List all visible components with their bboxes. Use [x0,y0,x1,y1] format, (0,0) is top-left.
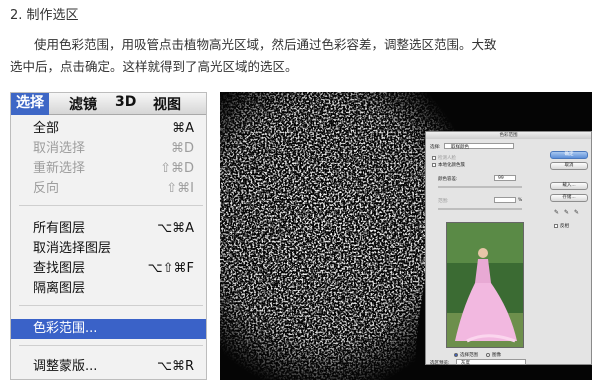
load-button[interactable]: 载入... [550,182,588,190]
menu-item-find-layers[interactable]: 查找图层 ⌥⇧⌘F [11,259,206,279]
menubar-item-filter[interactable]: 滤镜 [69,94,97,114]
menu-item-label: 反向 [33,181,60,196]
instruction-paragraph: 使用色彩范围，用吸管点击植物高光区域，然后通过色彩容差，调整选区范围。大致 选中… [10,34,592,78]
detect-faces-checkbox[interactable] [432,156,436,160]
menu-item-shortcut: ⌥⌘A [157,221,194,236]
select-dropdown-menu: 全部 ⌘A 取消选择 ⌘D 重新选择 ⇧⌘D 反向 ⇧⌘I 所有图层 ⌥⌘A 取… [11,115,206,379]
select-value: 取样颜色 [451,145,469,150]
menu-item-label: 取消选择 [33,141,86,156]
menu-item-label: 查找图层 [33,261,86,276]
localized-clusters-label: 本地化颜色簇 [438,163,465,168]
selection-radio-label: 选择范围 [460,353,478,358]
menubar: 选择 滤镜 3D 视图 [11,93,206,115]
menu-item-label: 调整蒙版... [33,359,98,374]
menu-separator [19,205,203,206]
menubar-item-3d[interactable]: 3D [115,94,136,110]
fuzziness-slider[interactable] [438,186,522,188]
preview-mode-value: 灰度 [461,361,470,366]
menu-item-inverse[interactable]: 反向 ⇧⌘I [11,179,206,199]
menu-item-shortcut: ⇧⌘D [160,161,194,176]
menu-item-label: 隔离图层 [33,281,86,296]
paragraph-line-1: 使用色彩范围，用吸管点击植物高光区域，然后通过色彩容差，调整选区范围。大致 [34,37,497,52]
menu-item-isolate-layers[interactable]: 隔离图层 [11,279,206,299]
range-label: 范围: [438,199,449,204]
range-unit: % [518,198,523,203]
color-range-dialog: 色彩范围 选择: 取样颜色 检测人脸 本地化颜色簇 颜色容差: 99 范围: %… [425,131,592,366]
section-heading: 2. 制作选区 [10,8,79,23]
select-label: 选择: [430,145,441,150]
menu-item-label: 所有图层 [33,221,86,236]
menu-item-shortcut: ⌥⌘R [156,359,194,374]
selection-radio[interactable] [454,353,458,357]
menu-item-shortcut: ⌘A [172,121,194,136]
image-radio-label: 图像 [492,353,501,358]
menubar-item-select[interactable]: 选择 [11,93,49,115]
menubar-item-view[interactable]: 视图 [153,94,181,114]
fuzziness-input[interactable]: 99 [494,175,516,181]
menu-item-shortcut: ⌘D [170,141,194,156]
menu-item-shortcut: ⇧⌘I [166,181,194,196]
menu-item-label: 全部 [33,121,60,136]
ok-button[interactable]: 确定 [550,151,588,159]
detect-faces-label: 检测人脸 [438,156,456,161]
range-input[interactable] [494,197,516,203]
preview-mode-dropdown[interactable]: 灰度 [456,359,526,366]
menu-item-all[interactable]: 全部 ⌘A [11,119,206,139]
fuzziness-label: 颜色容差: [438,177,458,182]
dialog-title: 色彩范围 [426,132,591,139]
invert-checkbox[interactable] [554,224,558,228]
menu-item-label: 取消选择图层 [33,241,112,256]
image-radio[interactable] [486,353,490,357]
menu-item-deselect[interactable]: 取消选择 ⌘D [11,139,206,159]
save-button[interactable]: 存储... [550,194,588,202]
bride-preview-photo [447,223,523,347]
menu-item-shortcut: ⌥⇧⌘F [147,261,194,276]
invert-label: 反相 [560,224,569,229]
menu-item-label: 色彩范围... [33,321,98,336]
dialog-preview-image [446,222,524,348]
menu-separator [19,305,203,306]
eyedropper-plus-icon[interactable]: ✎ [564,210,570,216]
menu-separator [19,345,203,346]
eyedropper-icon[interactable]: ✎ [554,210,560,216]
menu-item-label: 重新选择 [33,161,86,176]
localized-clusters-checkbox[interactable] [432,163,436,167]
eyedropper-minus-icon[interactable]: ✎ [574,210,580,216]
menu-item-refine-mask[interactable]: 调整蒙版... ⌥⌘R [11,357,206,377]
paragraph-line-2: 选中后，点击确定。这样就得到了高光区域的选区。 [10,59,298,74]
cancel-button[interactable]: 取消 [550,162,588,170]
select-dropdown[interactable]: 取样颜色 [444,143,514,150]
menu-item-all-layers[interactable]: 所有图层 ⌥⌘A [11,219,206,239]
menu-item-color-range[interactable]: 色彩范围... [11,319,206,339]
preview-mode-label: 选区预览: [430,361,450,366]
range-slider[interactable] [438,208,522,210]
select-menu-screenshot: 选择 滤镜 3D 视图 全部 ⌘A 取消选择 ⌘D 重新选择 ⇧⌘D 反向 ⇧⌘… [10,92,207,380]
menu-item-reselect[interactable]: 重新选择 ⇧⌘D [11,159,206,179]
fuzziness-value: 99 [498,176,504,181]
menu-item-deselect-layers[interactable]: 取消选择图层 [11,239,206,259]
